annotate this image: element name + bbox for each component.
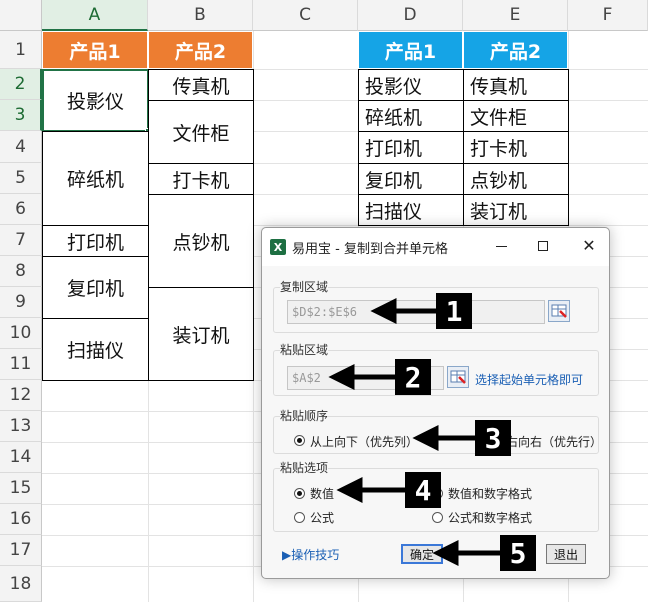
callout-5: 5: [500, 535, 536, 571]
callout-4: 4: [405, 472, 441, 508]
callout-2: 2: [395, 359, 431, 395]
annotation-arrows: [328, 297, 500, 567]
callout-3: 3: [475, 420, 511, 456]
callout-1: 1: [436, 293, 472, 329]
